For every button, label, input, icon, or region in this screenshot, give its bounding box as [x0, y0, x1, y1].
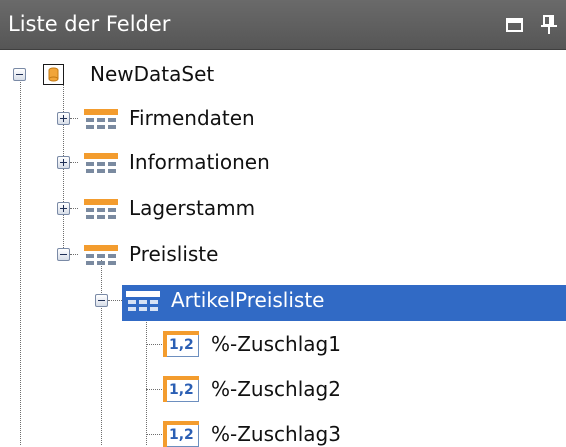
- tree-line-h: [108, 300, 122, 301]
- tree-node-informationen[interactable]: Informationen: [129, 149, 270, 175]
- tree-line-h: [70, 118, 78, 119]
- expand-toggle-informationen[interactable]: [57, 156, 70, 169]
- collapse-toggle-preisliste[interactable]: [57, 248, 70, 261]
- table-icon: [126, 291, 160, 311]
- tree-line-h: [146, 344, 162, 345]
- window-minimize-icon[interactable]: [504, 12, 526, 36]
- database-icon: [43, 64, 64, 85]
- tree-line-h: [146, 434, 162, 435]
- expand-toggle-lagerstamm[interactable]: [57, 202, 70, 215]
- panel-title: Liste der Felder: [8, 12, 171, 36]
- tree-field-zuschlag1[interactable]: %-Zuschlag1: [211, 331, 341, 357]
- tree-field-zuschlag2[interactable]: %-Zuschlag2: [211, 376, 341, 402]
- tree-line-level3: [146, 306, 147, 445]
- tree-line-h: [146, 389, 162, 390]
- expand-toggle-firmendaten[interactable]: [57, 112, 70, 125]
- panel-title-bar: Liste der Felder: [0, 0, 566, 50]
- field-list-panel: Liste der Felder NewDataSet Firmendaten …: [0, 0, 566, 447]
- tree-node-lagerstamm[interactable]: Lagerstamm: [129, 195, 255, 221]
- collapse-toggle-newdataset[interactable]: [13, 68, 26, 81]
- tree-line-root: [20, 82, 21, 445]
- numeric-field-icon: 1,2: [163, 331, 199, 357]
- table-icon: [84, 109, 118, 129]
- table-icon: [84, 245, 118, 265]
- tree-field-zuschlag3[interactable]: %-Zuschlag3: [211, 421, 341, 447]
- table-icon: [84, 199, 118, 219]
- numeric-field-icon: 1,2: [163, 376, 199, 402]
- field-tree: NewDataSet Firmendaten Informationen Lag…: [0, 50, 566, 447]
- table-icon: [84, 153, 118, 173]
- tree-line-h: [70, 208, 78, 209]
- tree-node-firmendaten[interactable]: Firmendaten: [129, 105, 255, 131]
- pin-icon[interactable]: [538, 12, 560, 36]
- numeric-field-icon: 1,2: [163, 421, 199, 447]
- tree-node-preisliste[interactable]: Preisliste: [129, 241, 218, 267]
- collapse-toggle-artikelpreisliste[interactable]: [95, 294, 108, 307]
- tree-node-newdataset[interactable]: NewDataSet: [90, 61, 214, 87]
- tree-line-h: [70, 162, 78, 163]
- tree-line-h: [70, 254, 78, 255]
- tree-line-level2: [101, 260, 102, 445]
- tree-node-artikelpreisliste[interactable]: ArtikelPreisliste: [171, 287, 325, 313]
